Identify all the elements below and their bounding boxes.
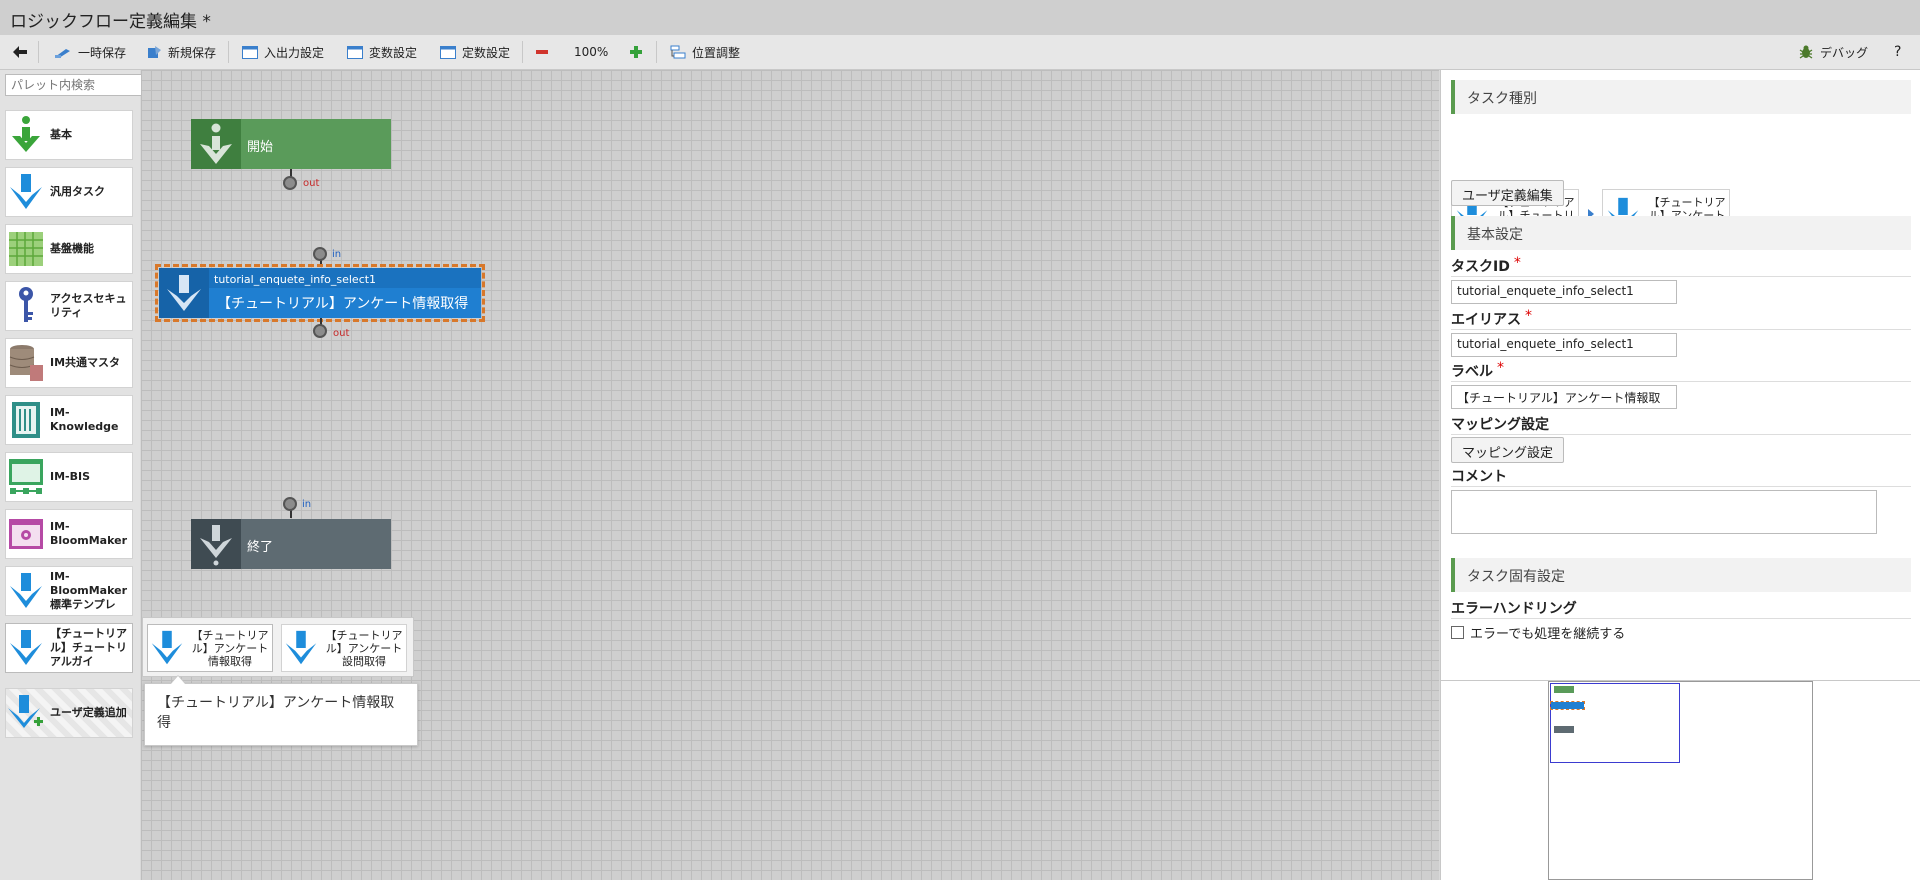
position-adjust-button[interactable]: 位置調整 (670, 35, 740, 69)
task-node-label: 【チュートリアル】アンケート情報取得 (217, 296, 469, 312)
palette-item-bloommaker-template[interactable]: IM-BloomMaker標準テンプレ (5, 566, 133, 616)
start-arrow-icon (200, 123, 232, 164)
blue-arrow-icon (10, 573, 42, 608)
required-mark: * (1497, 360, 1504, 376)
flow-overview-minimap[interactable] (1548, 681, 1813, 880)
add-arrow-icon (8, 695, 43, 728)
bloommaker-icon (9, 519, 43, 549)
blue-arrow-icon (10, 630, 42, 665)
help-icon: ? (1894, 44, 1902, 60)
save-new-icon (148, 46, 161, 58)
error-handling-label: エラーハンドリング (1451, 601, 1577, 617)
palette-item-access-security[interactable]: アクセスセキュリティ (5, 281, 133, 331)
debug-button[interactable]: デバッグ (1798, 35, 1868, 69)
blue-arrow-icon (151, 630, 183, 665)
database-icon (9, 345, 43, 381)
key-icon (19, 287, 33, 322)
comment-textarea[interactable] (1451, 490, 1877, 534)
window-title: ロジックフロー定義編集 * (10, 12, 211, 32)
palette-item-enquete-question[interactable]: 【チュートリアル】アンケート設問取得 (281, 624, 407, 672)
window-icon (440, 45, 456, 59)
window-icon (242, 45, 258, 59)
end-node[interactable]: 終了 (191, 519, 391, 569)
back-button[interactable] (12, 35, 28, 69)
user-def-edit-button[interactable]: ユーザ定義編集 (1451, 180, 1564, 206)
alias-label: エイリアス * (1451, 308, 1532, 328)
help-button[interactable]: ? (1894, 35, 1901, 69)
palette: 基本 汎用タスク 基盤機能 アクセスセキュリティ IM共通マスタ IM-Know… (0, 70, 151, 880)
zoom-out-button[interactable] (535, 35, 549, 69)
toolbar: 一時保存 新規保存 入出力設定 変数設定 定数設定 100% 位置調整 デバッグ… (0, 35, 1920, 70)
palette-item-base-function[interactable]: 基盤機能 (5, 224, 133, 274)
overview-viewport[interactable] (1550, 683, 1680, 763)
grid-icon (9, 232, 43, 266)
save-temp-icon (55, 49, 70, 58)
error-continue-row: エラーでも処理を継続する (1451, 623, 1625, 642)
palette-item-enquete-info[interactable]: 【チュートリアル】アンケート情報取得 (147, 624, 273, 672)
properties-panel: タスク種別 【チュートリアル】チュートリアルガイ 【チュートリアル】アンケート情… (1440, 70, 1920, 680)
task-arrow-icon (167, 275, 201, 311)
overview-start-node (1554, 686, 1574, 693)
section-basic-settings: 基本設定 (1451, 216, 1911, 250)
task-id-input[interactable]: tutorial_enquete_info_select1 (1451, 280, 1677, 304)
palette-item-basic[interactable]: 基本 (5, 110, 133, 160)
palette-item-tutorial-guide[interactable]: 【チュートリアル】チュートリアルガイ (5, 623, 133, 673)
bis-icon (9, 459, 43, 494)
alias-input[interactable]: tutorial_enquete_info_select1 (1451, 333, 1677, 357)
palette-tooltip: 【チュートリアル】アンケート情報取得 (144, 675, 418, 746)
const-settings-button[interactable]: 定数設定 (440, 35, 510, 69)
task-node-id: tutorial_enquete_info_select1 (209, 268, 481, 288)
section-task-specific: タスク固有設定 (1451, 558, 1911, 592)
io-settings-button[interactable]: 入出力設定 (242, 35, 324, 69)
end-arrow-icon (200, 525, 232, 566)
flow-canvas[interactable]: 開始 out in tutorial_enquete_info_select1 … (141, 70, 1439, 880)
palette-item-im-common-master[interactable]: IM共通マスタ (5, 338, 133, 388)
section-task-type: タスク種別 (1451, 80, 1911, 114)
task-id-label: タスクID * (1451, 255, 1521, 275)
end-in-connector[interactable] (283, 497, 297, 511)
mapping-label: マッピング設定 (1451, 417, 1549, 433)
required-mark: * (1513, 255, 1521, 271)
task-in-connector[interactable] (313, 247, 327, 261)
align-icon (670, 45, 686, 59)
mapping-settings-button[interactable]: マッピング設定 (1451, 437, 1565, 463)
minus-icon (536, 50, 548, 54)
zoom-level: 100% (574, 45, 609, 59)
error-continue-checkbox[interactable] (1451, 626, 1464, 639)
palette-item-im-bis[interactable]: IM-BIS (5, 452, 133, 502)
palette-item-im-bloommaker[interactable]: IM-BloomMaker (5, 509, 133, 559)
var-settings-button[interactable]: 変数設定 (347, 35, 417, 69)
start-node[interactable]: 開始 (191, 119, 391, 169)
palette-item-user-defined-add[interactable]: ユーザ定義追加 (5, 688, 133, 738)
required-mark: * (1525, 308, 1532, 324)
blue-arrow-icon (285, 630, 317, 665)
task-node-selected[interactable]: tutorial_enquete_info_select1 【チュートリアル】ア… (155, 264, 485, 322)
temp-save-button[interactable]: 一時保存 (54, 35, 126, 69)
back-arrow-icon (13, 46, 27, 58)
overview-end-node (1554, 726, 1574, 733)
palette-flyout: 【チュートリアル】アンケート情報取得 【チュートリアル】アンケート設問取得 (142, 617, 414, 677)
window-icon (347, 45, 363, 59)
label-input[interactable]: 【チュートリアル】アンケート情報取 (1451, 385, 1677, 409)
new-save-button[interactable]: 新規保存 (146, 35, 216, 69)
palette-item-im-knowledge[interactable]: IM-Knowledge (5, 395, 133, 445)
plus-icon (630, 46, 642, 58)
overview-task-node (1550, 701, 1585, 710)
comment-label: コメント (1451, 469, 1507, 485)
start-out-connector[interactable] (283, 176, 297, 190)
palette-item-general-task[interactable]: 汎用タスク (5, 167, 133, 217)
bug-icon (1799, 45, 1813, 59)
task-out-connector[interactable] (313, 324, 327, 338)
green-arrow-icon (12, 116, 40, 152)
palette-search-input[interactable] (5, 74, 151, 96)
blue-arrow-icon (10, 174, 42, 209)
book-icon (12, 402, 40, 438)
title-bar: ロジックフロー定義編集 * (0, 0, 1920, 35)
zoom-in-button[interactable] (629, 35, 643, 69)
label-label: ラベル * (1451, 360, 1504, 380)
